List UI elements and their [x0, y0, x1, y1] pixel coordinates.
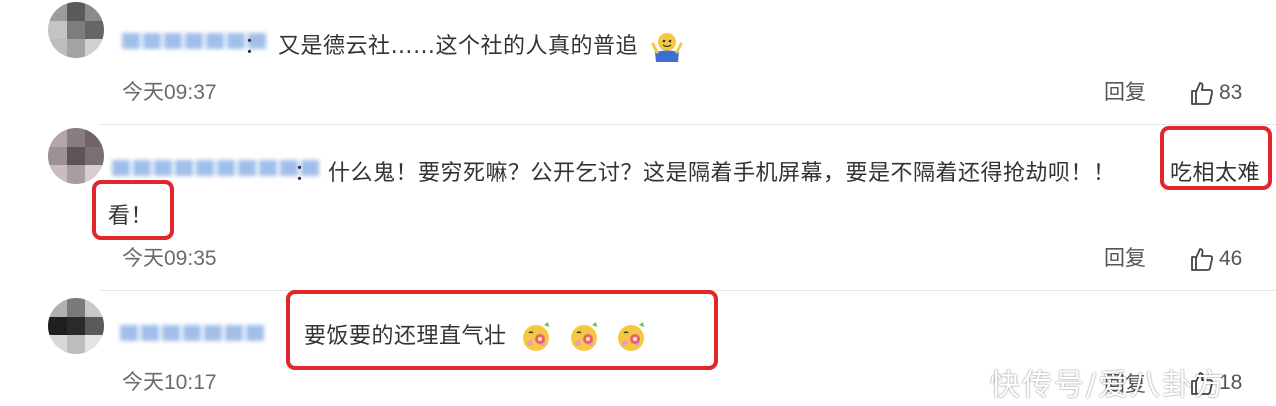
like-count: 83 [1219, 81, 1243, 104]
highlight-box [286, 290, 718, 370]
name-separator: ： [244, 34, 267, 59]
like-count: 46 [1219, 247, 1243, 270]
avatar[interactable] [48, 298, 104, 354]
comment-time: 今天10:17 [122, 371, 217, 394]
comment-time: 今天09:37 [122, 81, 217, 104]
comment-text: 又是德云社……这个社的人真的普追 [278, 28, 684, 64]
name-separator: ： [294, 161, 317, 186]
watermark: 快传号/爱八卦方 [990, 368, 1227, 403]
reply-button[interactable]: 回复 [1104, 242, 1146, 272]
comment-time: 今天09:35 [122, 247, 217, 270]
avatar[interactable] [48, 128, 104, 184]
divider [100, 124, 1276, 125]
highlight-box [92, 180, 174, 240]
username-link[interactable] [120, 322, 264, 344]
shrug-person-icon [651, 33, 683, 62]
username-link[interactable] [112, 157, 319, 179]
avatar[interactable] [48, 2, 104, 58]
comment-text: 什么鬼！要穷死嘛？公开乞讨？这是隔着手机屏幕，要是不隔着还得抢劫呗！！ [328, 161, 1116, 186]
like-button[interactable]: 83 [1189, 80, 1242, 106]
thumbs-up-icon [1191, 82, 1213, 105]
thumbs-up-icon [1191, 248, 1213, 271]
reply-button[interactable]: 回复 [1104, 76, 1146, 106]
highlight-box [1160, 126, 1272, 190]
like-button[interactable]: 46 [1189, 246, 1242, 272]
